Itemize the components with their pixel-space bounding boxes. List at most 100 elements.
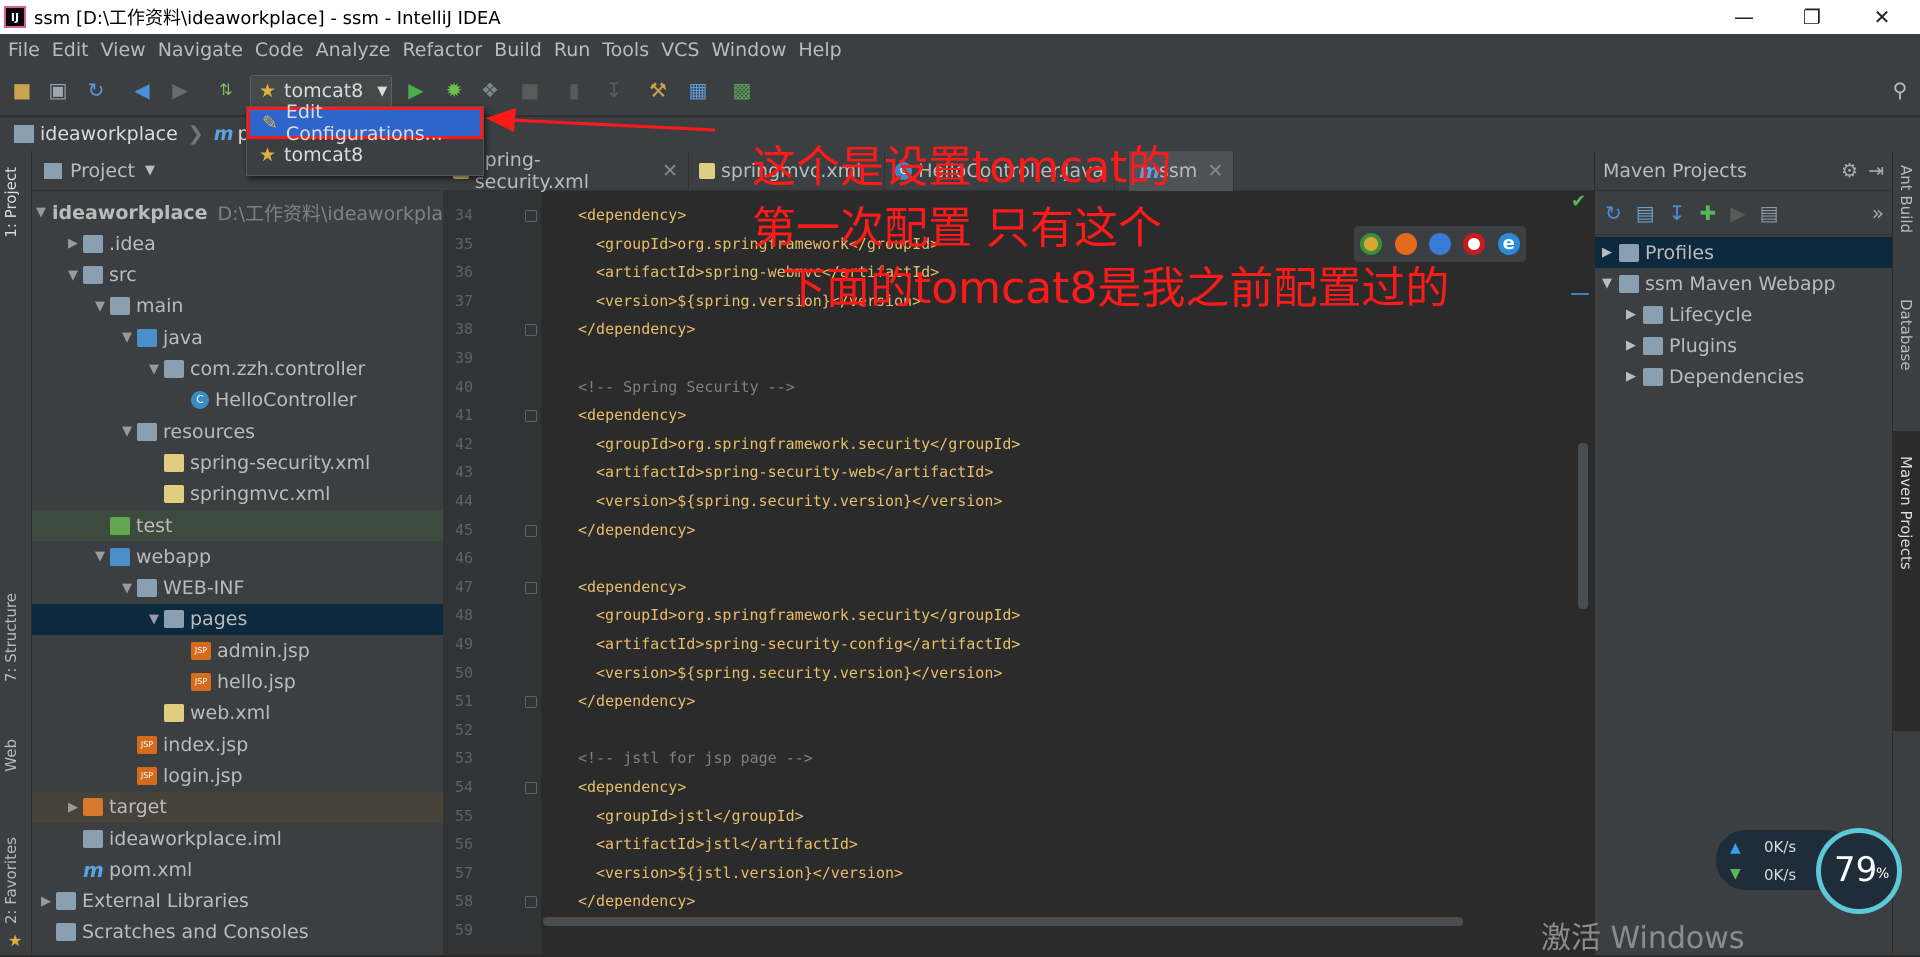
tree-login-jsp[interactable]: JSP login.jsp bbox=[32, 760, 443, 791]
vcs-commit-icon[interactable]: ↧ bbox=[602, 78, 626, 102]
tab-maven-projects[interactable]: Maven Projects bbox=[1897, 456, 1915, 570]
fold-marker-icon[interactable] bbox=[525, 581, 537, 594]
vertical-scrollbar[interactable] bbox=[1578, 443, 1588, 609]
menu-view[interactable]: View bbox=[97, 39, 154, 61]
menu-vcs[interactable]: VCS bbox=[657, 39, 707, 61]
tree-iml[interactable]: ideaworkplace.iml bbox=[32, 823, 443, 854]
breadcrumb-root[interactable]: ideaworkplace bbox=[40, 123, 178, 145]
generate-sources-icon[interactable]: ▤ bbox=[1636, 201, 1655, 225]
search-icon[interactable]: ⚲ bbox=[1888, 78, 1912, 102]
tree-pages[interactable]: ▼ pages bbox=[32, 603, 443, 635]
collapse-arrow-icon[interactable]: ▼ bbox=[36, 205, 46, 220]
back-icon[interactable]: ◀ bbox=[130, 78, 154, 102]
tree-hellocontroller[interactable]: C HelloController bbox=[32, 385, 443, 416]
menu-edit[interactable]: Edit bbox=[48, 39, 97, 61]
expand-arrow-icon[interactable]: ▶ bbox=[36, 894, 56, 909]
opera-icon[interactable] bbox=[1463, 233, 1486, 255]
collapse-arrow-icon[interactable]: ▼ bbox=[117, 330, 137, 345]
tab-database[interactable]: Database bbox=[1897, 299, 1915, 371]
coverage-icon[interactable]: ❖ bbox=[478, 78, 502, 102]
save-icon[interactable]: ▣ bbox=[46, 78, 70, 102]
internet-explorer-icon[interactable]: e bbox=[1497, 233, 1520, 255]
execute-goal-icon[interactable]: ▤ bbox=[1760, 201, 1779, 225]
maven-tree-profiles[interactable]: ▶ Profiles bbox=[1595, 237, 1893, 268]
collapse-arrow-icon[interactable]: ▼ bbox=[1595, 276, 1619, 291]
chevron-down-icon[interactable]: ▼ bbox=[145, 163, 155, 178]
reimport-icon[interactable]: ↻ bbox=[1605, 201, 1622, 225]
tree-webapp[interactable]: ▼ webapp bbox=[32, 541, 443, 572]
tree-package[interactable]: ▼ com.zzh.controller bbox=[32, 354, 443, 385]
tree-test[interactable]: test bbox=[32, 510, 443, 541]
run-maven-icon[interactable]: ▶ bbox=[1730, 201, 1745, 225]
collapse-arrow-icon[interactable]: ▼ bbox=[144, 362, 164, 377]
tree-pom-xml[interactable]: m pom.xml bbox=[32, 854, 443, 885]
close-icon[interactable]: ✕ bbox=[1852, 0, 1912, 34]
collapse-arrow-icon[interactable]: ▼ bbox=[90, 299, 110, 314]
tree-idea[interactable]: ▶ .idea bbox=[32, 228, 443, 259]
maximize-icon[interactable]: ❐ bbox=[1782, 0, 1842, 34]
gear-icon[interactable]: ⚙ bbox=[1841, 160, 1858, 182]
sync-icon[interactable]: ↻ bbox=[84, 78, 108, 102]
tree-root[interactable]: ▼ ideaworkplace D:\工作资料\ideaworkplac bbox=[32, 197, 443, 228]
tree-resources[interactable]: ▼ resources bbox=[32, 416, 443, 447]
debug-icon[interactable]: ✹ bbox=[442, 78, 466, 102]
tab-favorites[interactable]: 2: Favorites bbox=[2, 837, 20, 924]
tree-springmvc-xml[interactable]: springmvc.xml bbox=[32, 479, 443, 510]
tree-external-libraries[interactable]: ▶ External Libraries bbox=[32, 886, 443, 917]
forward-icon[interactable]: ▶ bbox=[168, 78, 192, 102]
menu-code[interactable]: Code bbox=[251, 39, 312, 61]
tree-web-xml[interactable]: web.xml bbox=[32, 698, 443, 729]
sdk-icon[interactable]: ▩ bbox=[730, 78, 754, 102]
project-panel-title[interactable]: Project bbox=[70, 160, 135, 182]
tab-project[interactable]: 1: Project bbox=[2, 167, 20, 238]
menu-analyze[interactable]: Analyze bbox=[312, 39, 399, 61]
fold-marker-icon[interactable] bbox=[525, 324, 537, 337]
tree-web-inf[interactable]: ▼ WEB-INF bbox=[32, 573, 443, 604]
tab-web[interactable]: Web bbox=[2, 739, 20, 772]
tree-target[interactable]: ▶ target bbox=[32, 791, 443, 823]
minimize-icon[interactable]: — bbox=[1714, 0, 1774, 34]
collapse-arrow-icon[interactable]: ▼ bbox=[63, 268, 83, 283]
download-icon[interactable]: ↧ bbox=[1669, 201, 1686, 225]
collapse-arrow-icon[interactable]: ▼ bbox=[90, 549, 110, 564]
collapse-arrow-icon[interactable]: ▼ bbox=[117, 424, 137, 439]
project-structure-icon[interactable]: ▦ bbox=[686, 78, 710, 102]
open-folder-icon[interactable]: ■ bbox=[10, 78, 34, 102]
tab-structure[interactable]: 7: Structure bbox=[2, 593, 20, 682]
maven-tree-dependencies[interactable]: ▶ Dependencies bbox=[1595, 361, 1893, 392]
menu-help[interactable]: Help bbox=[794, 39, 849, 61]
close-tab-icon[interactable]: ✕ bbox=[1207, 160, 1223, 182]
fold-marker-icon[interactable] bbox=[525, 410, 537, 423]
edit-configurations-item[interactable]: ✎ Edit Configurations... bbox=[247, 101, 483, 145]
tree-main[interactable]: ▼ main bbox=[32, 291, 443, 322]
tree-spring-security-xml[interactable]: spring-security.xml bbox=[32, 447, 443, 478]
hide-panel-icon[interactable]: ⇥ bbox=[1868, 160, 1884, 182]
fold-marker-icon[interactable] bbox=[525, 524, 537, 537]
expand-arrow-icon[interactable]: ▶ bbox=[1619, 307, 1643, 322]
maven-tree-lifecycle[interactable]: ▶ Lifecycle bbox=[1595, 299, 1893, 330]
more-icon[interactable]: » bbox=[1872, 201, 1884, 225]
collapse-arrow-icon[interactable]: ▼ bbox=[144, 612, 164, 627]
menu-tools[interactable]: Tools bbox=[598, 39, 657, 61]
menu-build[interactable]: Build bbox=[490, 39, 550, 61]
expand-arrow-icon[interactable]: ▶ bbox=[1595, 245, 1619, 260]
stop-icon[interactable]: ■ bbox=[518, 78, 542, 102]
expand-arrow-icon[interactable]: ▶ bbox=[1619, 369, 1643, 384]
fold-marker-icon[interactable] bbox=[525, 896, 537, 909]
expand-arrow-icon[interactable]: ▶ bbox=[1619, 338, 1643, 353]
fold-marker-icon[interactable] bbox=[525, 210, 537, 222]
fold-marker-icon[interactable] bbox=[525, 782, 537, 794]
tab-ant-build[interactable]: Ant Build bbox=[1897, 165, 1915, 233]
menu-window[interactable]: Window bbox=[707, 39, 794, 61]
collapse-arrow-icon[interactable]: ▼ bbox=[117, 581, 137, 596]
horizontal-scrollbar[interactable] bbox=[543, 917, 1463, 926]
add-icon[interactable]: ✚ bbox=[1699, 201, 1716, 225]
tree-hello-jsp[interactable]: JSP hello.jsp bbox=[32, 667, 443, 698]
tree-java[interactable]: ▼ java bbox=[32, 322, 443, 353]
tree-src[interactable]: ▼ src bbox=[32, 260, 443, 291]
menu-navigate[interactable]: Navigate bbox=[154, 39, 251, 61]
maven-tree-plugins[interactable]: ▶ Plugins bbox=[1595, 330, 1893, 361]
menu-refactor[interactable]: Refactor bbox=[398, 39, 490, 61]
menu-run[interactable]: Run bbox=[550, 39, 598, 61]
vcs-update-icon[interactable]: ▮ bbox=[562, 78, 586, 102]
